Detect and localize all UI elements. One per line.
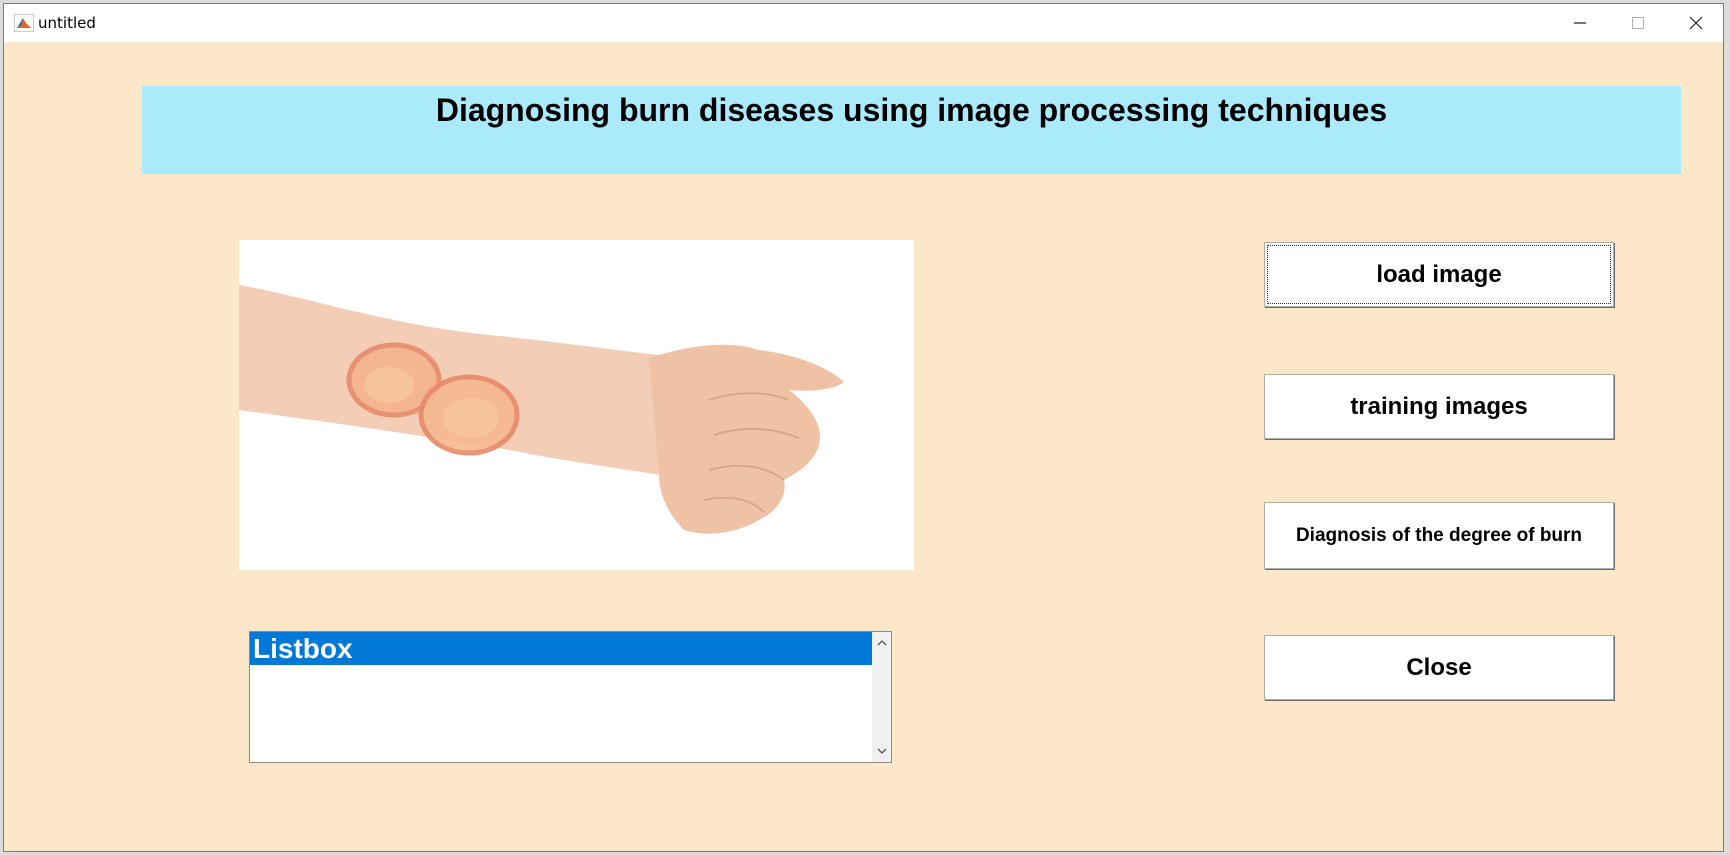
figure-window: untitled Diagnosing burn diseases using … [3, 3, 1724, 852]
load-image-button[interactable]: load image [1264, 242, 1614, 307]
close-icon [1689, 16, 1703, 30]
page-title: Diagnosing burn diseases using image pro… [435, 92, 1388, 128]
listbox-scrollbar[interactable] [872, 632, 891, 762]
chevron-up-icon [877, 640, 886, 646]
scroll-up-button[interactable] [872, 634, 891, 652]
close-window-button[interactable] [1667, 4, 1725, 42]
minimize-button[interactable] [1551, 4, 1609, 42]
maximize-icon [1632, 17, 1644, 29]
header-banner: Diagnosing burn diseases using image pro… [142, 86, 1681, 174]
image-axes [239, 240, 914, 570]
chevron-down-icon [877, 748, 886, 754]
maximize-button[interactable] [1609, 4, 1667, 42]
minimize-icon [1574, 22, 1586, 24]
title-bar: untitled [4, 4, 1723, 42]
training-images-button[interactable]: training images [1264, 374, 1614, 439]
matlab-icon [14, 14, 34, 32]
burn-image [239, 240, 914, 570]
window-title: untitled [38, 14, 96, 32]
listbox[interactable]: Listbox [249, 631, 892, 763]
scroll-down-button[interactable] [872, 742, 891, 760]
close-button[interactable]: Close [1264, 635, 1614, 700]
diagnosis-button[interactable]: Diagnosis of the degree of burn [1264, 502, 1614, 569]
listbox-item-selected[interactable]: Listbox [250, 632, 872, 665]
